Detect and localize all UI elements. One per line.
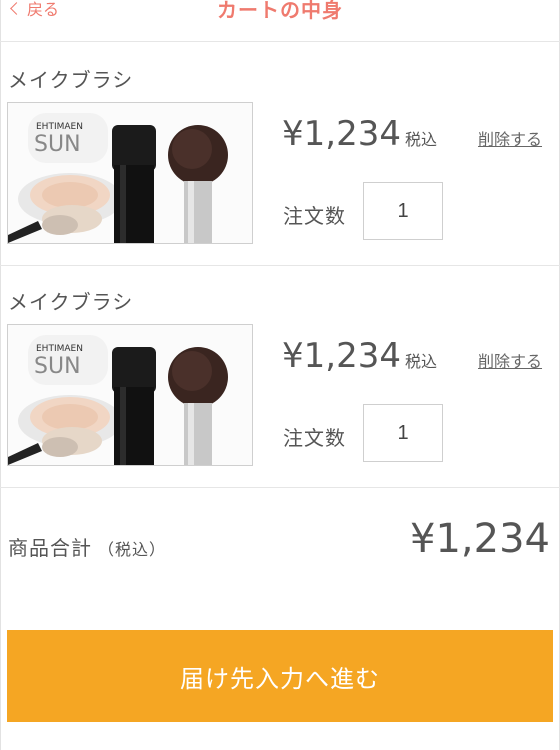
quantity-input[interactable]: [363, 182, 443, 240]
subtotal-label: 商品合計 （税込）: [8, 532, 166, 561]
price-value: ¥1,234: [282, 114, 401, 154]
item-price: ¥1,234 税込: [282, 114, 437, 154]
makeup-brush-photo-icon: EHTIMAEN SUN: [8, 325, 252, 465]
product-image: EHTIMAEN SUN: [7, 324, 253, 466]
subtotal-amount: ¥1,234: [410, 516, 550, 562]
header: 戻る カートの中身: [0, 0, 560, 42]
quantity-input[interactable]: [363, 404, 443, 462]
svg-text:EHTIMAEN: EHTIMAEN: [36, 344, 83, 354]
subtotal-tax-note: （税込）: [98, 540, 167, 559]
svg-text:SUN: SUN: [34, 132, 81, 157]
proceed-to-shipping-button[interactable]: 届け先入力へ進む: [7, 630, 553, 722]
quantity-label: 注文数: [283, 204, 346, 228]
item-price: ¥1,234 税込: [282, 336, 437, 376]
price-value: ¥1,234: [282, 336, 401, 376]
subtotal-text: 商品合計: [8, 536, 92, 560]
tax-label: 税込: [404, 130, 437, 149]
delete-link[interactable]: 削除する: [478, 126, 542, 150]
cart-item: メイクブラシ EHTIMAEN SUN ¥1,234 税込 削除する 注文数 1: [0, 44, 560, 266]
item-name: メイクブラシ: [8, 290, 134, 314]
quantity-label: 注文数: [283, 426, 346, 450]
delete-link[interactable]: 削除する: [478, 348, 542, 372]
svg-text:EHTIMAEN: EHTIMAEN: [36, 122, 83, 132]
cart-item: メイクブラシ EHTIMAEN SUN ¥1,234 税込 削除する 注文数: [0, 266, 560, 488]
makeup-brush-photo-icon: EHTIMAEN SUN: [8, 103, 252, 243]
svg-text:SUN: SUN: [34, 354, 81, 379]
item-name: メイクブラシ: [8, 68, 134, 92]
tax-label: 税込: [404, 352, 437, 371]
product-image: EHTIMAEN SUN: [7, 102, 253, 244]
page-title: カートの中身: [217, 0, 343, 22]
